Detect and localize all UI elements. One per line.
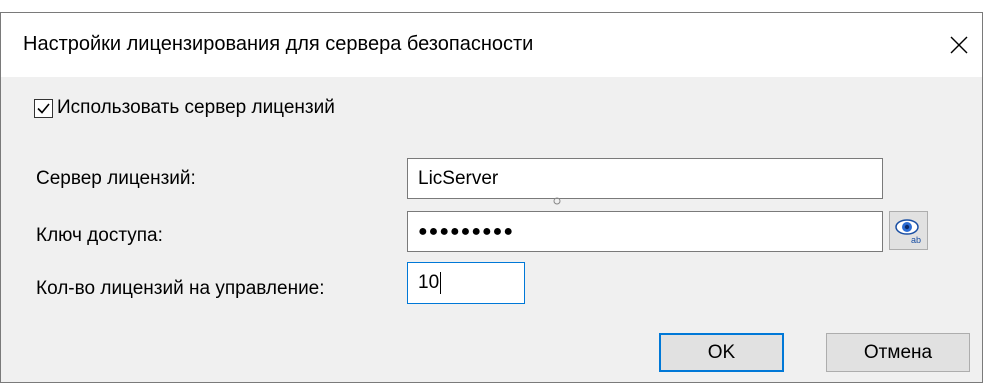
license-settings-dialog: Настройки лицензирования для сервера без… [0,12,983,383]
license-count-label: Кол-во лицензий на управление: [36,278,325,299]
license-count-value: 10 [418,272,440,293]
use-license-server-checkbox[interactable] [34,98,53,118]
svg-text:ab: ab [911,235,921,245]
checkmark-icon [37,102,50,114]
title-bar: Настройки лицензирования для сервера без… [1,13,982,77]
access-key-masked-value: ●●●●●●●●● [418,222,514,240]
close-icon [950,36,968,54]
close-button[interactable] [936,13,982,77]
eye-icon: ab [894,218,921,245]
license-server-input[interactable]: LicServer [407,158,883,199]
cancel-button[interactable]: Отмена [826,333,970,372]
access-key-label: Ключ доступа: [36,225,163,246]
ok-button[interactable]: OK [659,333,784,372]
license-count-input[interactable]: 10 [407,262,525,304]
text-caret [440,272,442,294]
license-server-label: Сервер лицензий: [36,168,196,189]
license-server-value: LicServer [418,167,499,189]
use-license-server-label: Использовать сервер лицензий [57,97,335,118]
show-password-button[interactable]: ab [889,211,928,250]
mouse-cursor-icon [553,197,561,205]
dialog-title: Настройки лицензирования для сервера без… [23,33,534,55]
access-key-input[interactable]: ●●●●●●●●● [407,211,883,252]
use-license-server-checkbox-row[interactable]: Использовать сервер лицензий [34,96,335,120]
background-strip [0,0,984,12]
